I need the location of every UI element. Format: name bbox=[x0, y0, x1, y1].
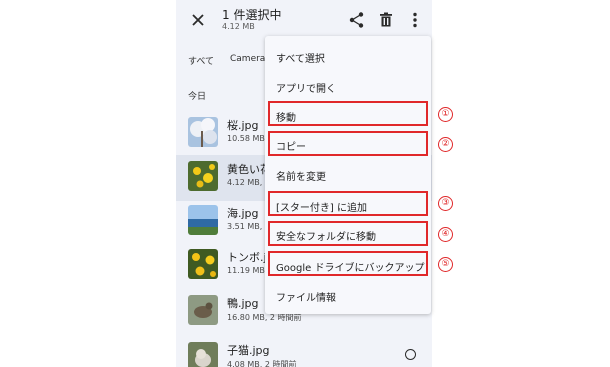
marker-number: ① bbox=[438, 107, 453, 122]
file-row[interactable]: 子猫.jpg 4.08 MB, 2 時間前 bbox=[176, 336, 432, 367]
chip-all[interactable]: すべて bbox=[188, 54, 214, 67]
thumbnail-image bbox=[188, 161, 218, 191]
thumbnail-image bbox=[188, 205, 218, 235]
file-name: 桜.jpg bbox=[227, 119, 259, 132]
marker-number: ④ bbox=[438, 227, 453, 242]
selection-size: 4.12 MB bbox=[222, 22, 255, 31]
menu-item-label: アプリで開く bbox=[276, 84, 336, 95]
file-meta: 4.12 MB, 2 bbox=[227, 178, 270, 187]
menu-item-label: 名前を変更 bbox=[276, 172, 326, 183]
share-icon[interactable] bbox=[347, 10, 367, 30]
menu-item-open-with[interactable]: アプリで開く bbox=[265, 71, 431, 101]
trash-icon[interactable] bbox=[376, 10, 396, 30]
thumbnail-image bbox=[188, 295, 218, 325]
file-meta: 3.51 MB, 2 bbox=[227, 222, 270, 231]
menu-item-file-info[interactable]: ファイル情報 bbox=[265, 280, 431, 310]
thumbnail-image bbox=[188, 342, 218, 367]
highlight-box-copy bbox=[268, 131, 428, 156]
highlight-box-move bbox=[268, 101, 428, 126]
highlight-box-backup bbox=[268, 251, 428, 276]
marker-number: ③ bbox=[438, 196, 453, 211]
marker-number: ② bbox=[438, 137, 453, 152]
select-radio[interactable] bbox=[405, 349, 416, 360]
thumbnail-image bbox=[188, 249, 218, 279]
file-name: 海.jpg bbox=[227, 207, 259, 220]
menu-item-rename[interactable]: 名前を変更 bbox=[265, 159, 431, 189]
section-header: 今日 bbox=[188, 92, 207, 102]
menu-item-label: ファイル情報 bbox=[276, 293, 336, 304]
file-name: 鴨.jpg bbox=[227, 297, 259, 310]
menu-item-label: すべて選択 bbox=[276, 54, 325, 65]
thumbnail-image bbox=[188, 117, 218, 147]
close-icon[interactable] bbox=[188, 10, 208, 30]
file-meta: 4.08 MB, 2 時間前 bbox=[227, 360, 297, 367]
highlight-box-star bbox=[268, 191, 428, 216]
menu-item-select-all[interactable]: すべて選択 bbox=[265, 41, 431, 71]
chip-camera[interactable]: Camera bbox=[230, 54, 265, 64]
highlight-box-safe-folder bbox=[268, 221, 428, 246]
marker-number: ⑤ bbox=[438, 257, 453, 272]
more-vert-icon[interactable] bbox=[405, 10, 425, 30]
selection-count: 1 件選択中 bbox=[222, 8, 282, 22]
file-name: 子猫.jpg bbox=[227, 344, 270, 357]
